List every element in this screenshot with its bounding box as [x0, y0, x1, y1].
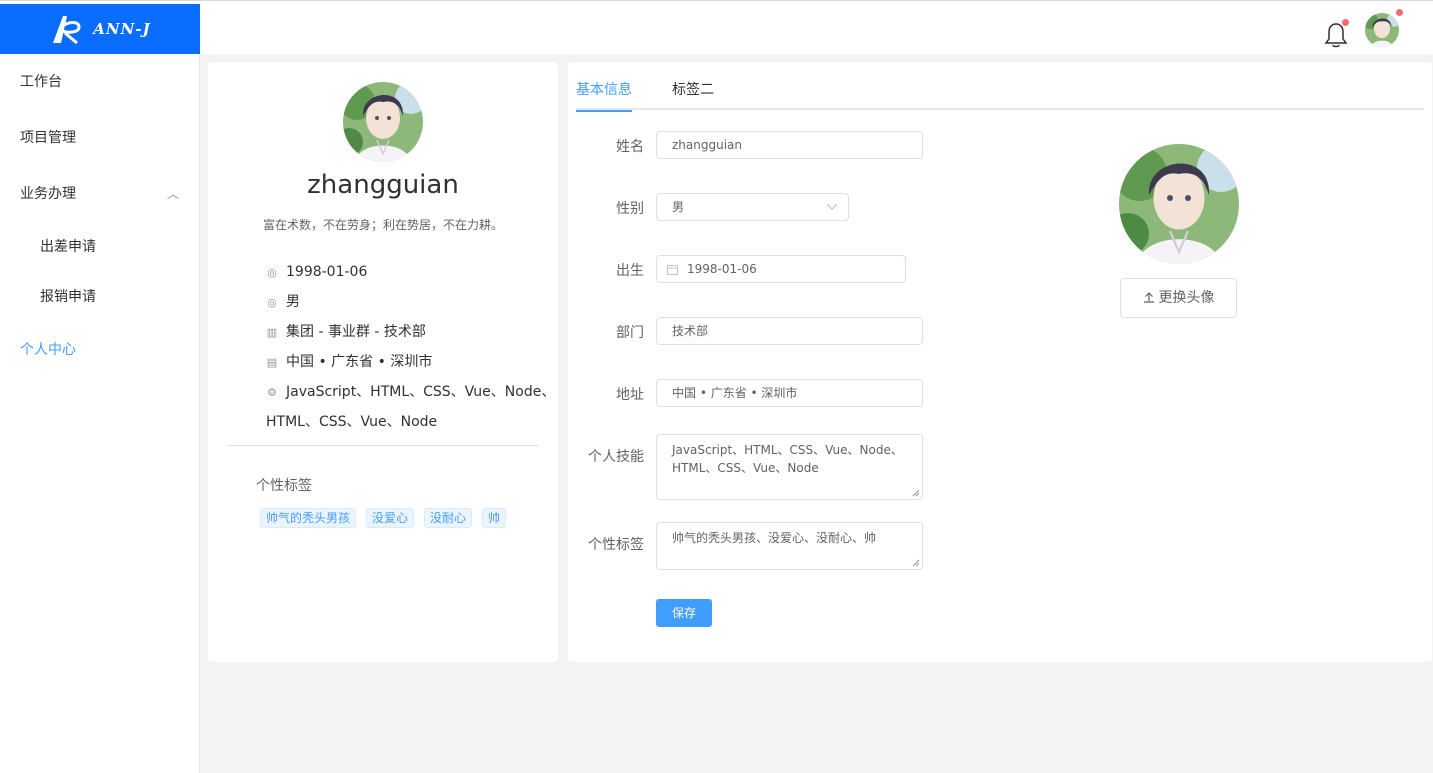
gender-select[interactable]: 男: [656, 193, 849, 221]
profile-divider: [228, 445, 538, 446]
department-label: 部门: [616, 325, 644, 341]
profile-department-row: ▥ 集团 - 事业群 - 技术部: [266, 317, 426, 348]
tag-item: 帅: [482, 508, 507, 528]
sidebar-item-label: 项目管理: [20, 130, 76, 146]
gender-select-value: 男: [672, 200, 685, 214]
profile-username: zhangguian: [307, 170, 459, 200]
sidebar-item-workbench[interactable]: 工作台: [0, 54, 199, 110]
tab-second[interactable]: 标签二: [672, 76, 714, 110]
department-input[interactable]: 技术部: [656, 317, 923, 345]
name-input-value: zhangguian: [672, 138, 742, 152]
tag-item: 没耐心: [424, 508, 473, 528]
profile-address-row: ▤ 中国 • 广东省 • 深圳市: [266, 347, 433, 378]
school-icon: ▤: [266, 356, 278, 369]
address-input[interactable]: 中国 • 广东省 • 深圳市: [656, 379, 923, 407]
sidebar-item-label: 业务办理: [20, 186, 76, 202]
sidebar-item-label: 工作台: [20, 74, 62, 90]
top-header: [200, 4, 1433, 54]
skills-textarea-line: JavaScript、HTML、CSS、Vue、Node、: [672, 443, 903, 457]
profile-department: 集团 - 事业群 - 技术部: [286, 324, 426, 340]
skills-label: 个人技能: [588, 449, 644, 465]
tab-label: 标签二: [672, 82, 714, 98]
tags-textarea-value: 帅气的秃头男孩、没爱心、没耐心、帅: [672, 531, 877, 545]
tab-basic-info[interactable]: 基本信息: [576, 76, 632, 112]
save-button[interactable]: 保存: [656, 599, 712, 627]
birth-date-value: 1998-01-06: [687, 262, 757, 276]
logo-a-icon: [53, 16, 81, 45]
sidebar-item-business[interactable]: 业务办理 ︿: [0, 166, 199, 222]
address-label: 地址: [616, 387, 644, 403]
logo-text: ANN-J: [93, 20, 151, 38]
sidebar-item-personal-center[interactable]: 个人中心: [0, 322, 199, 378]
chevron-down-icon: [826, 203, 838, 210]
birth-label: 出生: [616, 263, 644, 279]
sidebar: 工作台 项目管理 业务办理 ︿ 出差申请 报销申请 个人中心: [0, 54, 200, 773]
skills-textarea[interactable]: JavaScript、HTML、CSS、Vue、Node、 HTML、CSS、V…: [656, 434, 923, 500]
calendar-icon: [667, 265, 678, 275]
change-avatar-label: 更换头像: [1158, 290, 1215, 306]
profile-motto: 富在术数，不在劳身；利在势居，不在力耕。: [262, 218, 503, 232]
resize-handle-icon[interactable]: [912, 489, 920, 497]
sidebar-item-project-management[interactable]: 项目管理: [0, 110, 199, 166]
sidebar-item-reimbursement[interactable]: 报销申请: [0, 269, 199, 325]
skills-textarea-line: HTML、CSS、Vue、Node: [672, 461, 819, 475]
chevron-up-icon: ︿: [166, 187, 179, 201]
profile-gender-row: ◎ 男: [266, 287, 300, 318]
change-avatar-button[interactable]: 更换头像: [1120, 278, 1237, 318]
avatar-badge: [1396, 9, 1403, 16]
profile-birthday: 1998-01-06: [286, 264, 368, 280]
department-input-value: 技术部: [672, 324, 709, 338]
tags-title: 个性标签: [256, 478, 312, 494]
edit-card: 基本信息 标签二 姓名 zhangguian 性别 男 出生 1998-01-0…: [568, 62, 1432, 662]
profile-skills-row-2: HTML、CSS、Vue、Node: [266, 407, 437, 437]
app-logo[interactable]: ANN-J: [0, 4, 200, 54]
profile-skills-line1: JavaScript、HTML、CSS、Vue、Node、: [286, 384, 556, 400]
sidebar-item-label: 出差申请: [40, 239, 96, 255]
tag-item: 没爱心: [366, 508, 415, 528]
resize-handle-icon[interactable]: [912, 559, 920, 567]
sidebar-item-travel-request[interactable]: 出差申请: [0, 219, 199, 275]
target-icon: ◎: [267, 266, 277, 279]
notification-badge: [1342, 19, 1349, 26]
name-input[interactable]: zhangguian: [656, 131, 923, 159]
profile-skills-line2: HTML、CSS、Vue、Node: [266, 414, 438, 430]
office-building-icon: ▥: [266, 326, 278, 339]
profile-avatar: [343, 82, 423, 162]
profile-skills-row: ⚙ JavaScript、HTML、CSS、Vue、Node、: [266, 377, 555, 408]
profile-gender: 男: [286, 294, 300, 310]
address-input-value: 中国 • 广东省 • 深圳市: [672, 386, 798, 400]
tab-active-indicator: [576, 110, 632, 112]
sidebar-item-label: 个人中心: [20, 342, 76, 358]
tag-list: 帅气的秃头男孩 没爱心 没耐心 帅: [260, 508, 507, 528]
profile-birthday-row: ◎ 1998-01-06: [266, 257, 367, 288]
tab-label: 基本信息: [576, 82, 632, 98]
profile-card: zhangguian 富在术数，不在劳身；利在势居，不在力耕。 ◎ 1998-01…: [208, 62, 558, 662]
profile-address: 中国 • 广东省 • 深圳市: [286, 354, 433, 370]
tab-bar: 基本信息 标签二: [576, 76, 1424, 112]
gender-label: 性别: [616, 201, 644, 217]
upload-icon: [1143, 292, 1154, 303]
tags-textarea[interactable]: 帅气的秃头男孩、没爱心、没耐心、帅: [656, 522, 923, 570]
name-label: 姓名: [616, 139, 644, 155]
sidebar-item-label: 报销申请: [40, 289, 96, 305]
edit-avatar-preview: [1119, 144, 1239, 264]
main-content: zhangguian 富在术数，不在劳身；利在势居，不在力耕。 ◎ 1998-01…: [200, 54, 1433, 773]
tags-label: 个性标签: [588, 537, 644, 553]
tag-item: 帅气的秃头男孩: [260, 508, 357, 528]
birth-date-picker[interactable]: 1998-01-06: [656, 255, 906, 283]
target-icon: ◎: [267, 296, 277, 309]
cpu-icon: ⚙: [267, 386, 277, 399]
user-avatar[interactable]: [1365, 13, 1399, 47]
